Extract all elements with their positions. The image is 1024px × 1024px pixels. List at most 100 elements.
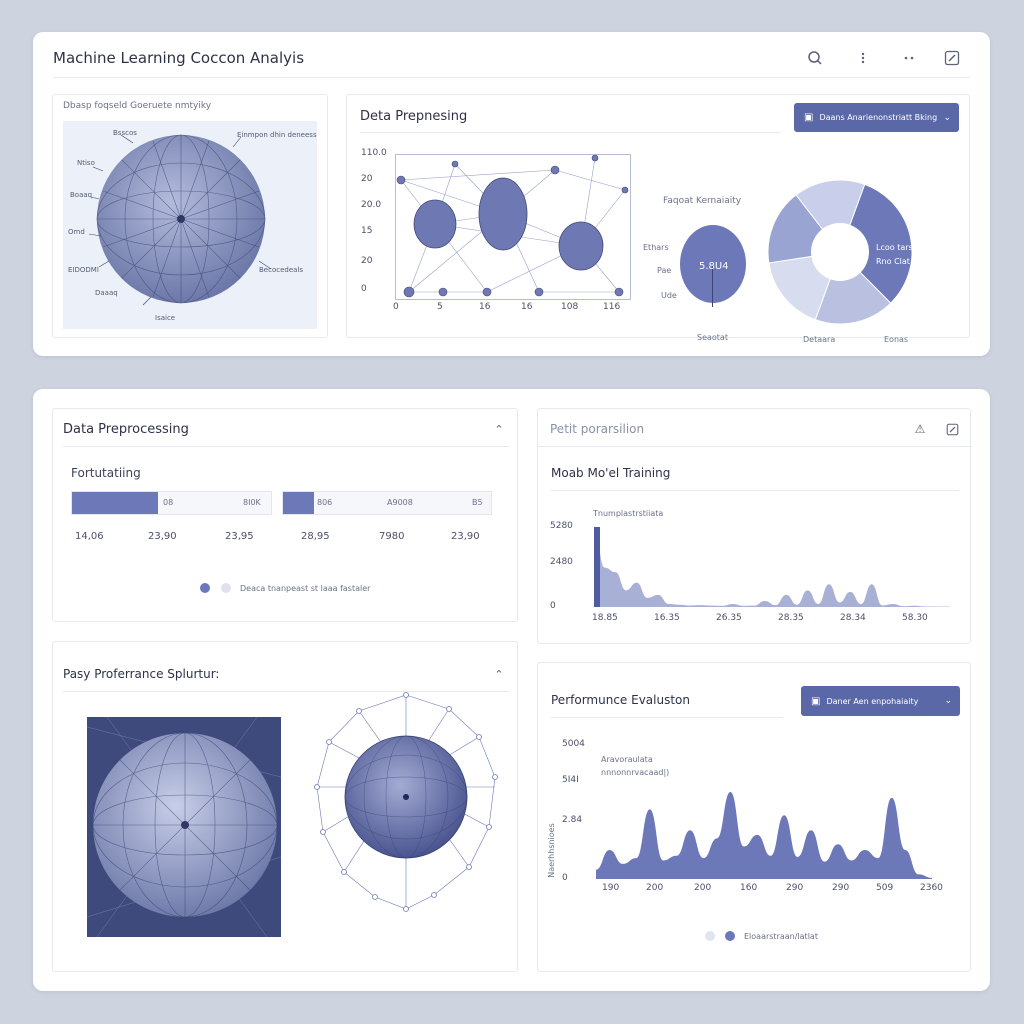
parallel-structure-panel: Pasy Proferrance Splurtur: ⌃ xyxy=(52,641,518,972)
value-4: 28,95 xyxy=(301,531,330,542)
model-training-peak-bar xyxy=(594,527,600,607)
warning-icon[interactable]: ⚠ xyxy=(910,419,930,439)
model-training-y-tick-2: 2480 xyxy=(550,557,573,567)
perf-legend-dot-active[interactable] xyxy=(725,931,735,941)
model-training-chart: 5280 2480 0 18.85 16.35 26.35 28.35 28.34 58.30 xyxy=(550,521,960,629)
more-vertical-icon[interactable] xyxy=(853,48,873,68)
model-training-tab-divider xyxy=(538,446,972,447)
model-training-x-tick-4: 28.35 xyxy=(778,613,804,623)
top-card: Machine Learning Coccon Analyis Dbasp fo… xyxy=(33,32,990,356)
progress-bar-1-label-1: 08 xyxy=(163,498,174,507)
search-icon[interactable] xyxy=(805,48,825,68)
perf-legend-dot-inactive[interactable] xyxy=(705,931,715,941)
performance-panel: Performunce Evaluston ▣ Daner Aen enpoha… xyxy=(537,662,971,972)
data-preprocessing-title: Data Preprocessing xyxy=(63,422,189,437)
performance-x-tick-5: 290 xyxy=(786,883,804,893)
performance-x-tick-3: 200 xyxy=(694,883,712,893)
progress-bar-2-label-3: B5 xyxy=(472,498,483,507)
legend-dot-active[interactable] xyxy=(200,583,210,593)
collapse-icon[interactable]: ⌃ xyxy=(489,419,509,439)
model-training-x-tick-3: 26.35 xyxy=(716,613,742,623)
oval-label-1: Ethars xyxy=(643,243,669,252)
scatter-y-tick-6: 0 xyxy=(361,284,367,294)
sphere-label-1: Bsscos xyxy=(113,129,137,137)
chevron-down-icon: ⌄ xyxy=(943,112,951,123)
donut-label-2: Rno Clat xyxy=(876,257,910,266)
performance-x-tick-4: 160 xyxy=(740,883,758,893)
value-1: 14,06 xyxy=(75,531,104,542)
performance-chart: 5004 5I4I 2.84 0 190 200 200 160 290 290 509 2360 xyxy=(562,739,962,905)
data-prep-top-divider xyxy=(360,132,780,133)
model-training-x-tick-2: 16.35 xyxy=(654,613,680,623)
scatter-x-tick-3: 16 xyxy=(479,302,491,312)
data-prep-top-title: Deta Prepnesing xyxy=(360,109,468,124)
value-6: 23,90 xyxy=(451,531,480,542)
more-horizontal-icon[interactable] xyxy=(899,48,919,68)
model-training-tab[interactable]: Petit porarsilion xyxy=(550,422,644,436)
scatter-plot-area xyxy=(395,154,631,300)
performance-legend: Eloaarstraan/latlat xyxy=(744,932,818,941)
donut-bottom-label-1: Detaara xyxy=(803,335,836,344)
scatter-x-tick-6: 116 xyxy=(603,302,621,312)
scatter-x-tick-1: 0 xyxy=(393,302,399,312)
scatter-y-tick-1: 110.0 xyxy=(361,148,387,158)
scatter-x-tick-5: 108 xyxy=(561,302,579,312)
clipboard-icon-2: ▣ xyxy=(811,695,821,707)
chevron-up-icon[interactable]: ⌃ xyxy=(489,664,509,684)
clipboard-icon: ▣ xyxy=(804,112,814,123)
performance-area xyxy=(596,792,932,879)
performance-x-tick-2: 200 xyxy=(646,883,664,893)
model-training-panel: Petit porarsilion ⚠ Moab Mo'el Training … xyxy=(537,408,972,644)
performance-dropdown-label: Daner Aen enpohaiaity xyxy=(826,696,919,706)
oval-gauge-value: 5.8U4 xyxy=(699,261,729,272)
scatter-x-tick-4: 16 xyxy=(521,302,533,312)
sphere-label-6: EIDODMI xyxy=(68,266,99,274)
donut-bottom-label-2: Eonas xyxy=(884,335,909,344)
performance-y-tick-2: 5I4I xyxy=(562,775,579,785)
performance-x-tick-1: 190 xyxy=(602,883,620,893)
performance-y-tick-3: 2.84 xyxy=(562,815,583,825)
progress-bar-2-label-1: 806 xyxy=(317,498,333,507)
header-divider xyxy=(53,77,970,78)
data-preprocessing-divider xyxy=(63,446,509,447)
sphere-plot-area: Bsscos Einmpon dhin deneess Ntiso Boaaq … xyxy=(63,121,317,329)
data-preprocessing-panel: Data Preprocessing ⌃ Fortutatiing 08 8I0… xyxy=(52,408,518,622)
edit-icon-2[interactable] xyxy=(942,419,962,439)
sphere-label-8: Daaaq xyxy=(95,289,118,297)
mesh-sphere-image xyxy=(314,692,498,912)
value-5: 7980 xyxy=(379,531,405,542)
edit-icon[interactable] xyxy=(941,48,963,68)
performance-y-tick-1: 5004 xyxy=(562,739,585,749)
scatter-y-tick-4: 15 xyxy=(361,226,373,236)
oval-label-2: Pae xyxy=(657,266,672,275)
model-training-divider xyxy=(551,490,959,491)
performance-x-tick-7: 509 xyxy=(876,883,894,893)
chevron-down-icon-2: ⌄ xyxy=(944,696,952,706)
scatter-y-tick-3: 20.0 xyxy=(361,200,382,210)
scatter-y-tick-5: 20 xyxy=(361,256,373,266)
legend-dot-inactive[interactable] xyxy=(221,583,231,593)
model-training-caption: Tnumplastrstiiata xyxy=(593,509,664,518)
progress-bar-1-label-2: 8I0K xyxy=(243,498,261,507)
data-prep-top-panel: Deta Prepnesing ▣ Daans Anarienonstriatt… xyxy=(346,94,970,344)
performance-x-tick-8: 2360 xyxy=(920,883,943,893)
performance-title: Performunce Evaluston xyxy=(551,693,690,707)
kernel-subtitle: Faqoat Kernaiaity xyxy=(663,196,742,206)
data-prep-legend: Deaca tnanpeast st laaa fastaler xyxy=(240,584,371,593)
performance-plot xyxy=(596,792,932,879)
scatter-x-tick-2: 5 xyxy=(437,302,443,312)
model-training-x-tick-5: 28.34 xyxy=(840,613,866,623)
donut-label-1: Lcoo tarsfeld xyxy=(876,243,928,252)
progress-bar-2-label-2: A9008 xyxy=(387,498,413,507)
model-training-plot xyxy=(594,527,950,607)
performance-y-tick-4: 0 xyxy=(562,873,568,883)
model-training-y-tick-3: 0 xyxy=(550,601,556,611)
progress-bar-1-fill xyxy=(72,492,158,514)
bottom-card: Data Preprocessing ⌃ Fortutatiing 08 8I0… xyxy=(33,389,990,991)
sphere-label-7: Becocedeals xyxy=(259,266,304,274)
model-training-x-tick-6: 58.30 xyxy=(902,613,928,623)
performance-dropdown-button[interactable]: ▣ Daner Aen enpohaiaity ⌄ xyxy=(801,686,960,716)
analysis-dropdown-button[interactable]: ▣ Daans Anarienonstriatt Bking ⌄ xyxy=(794,103,959,132)
sphere-label-3: Ntiso xyxy=(77,159,95,167)
sphere-label-2: Einmpon dhin deneess xyxy=(237,131,317,139)
